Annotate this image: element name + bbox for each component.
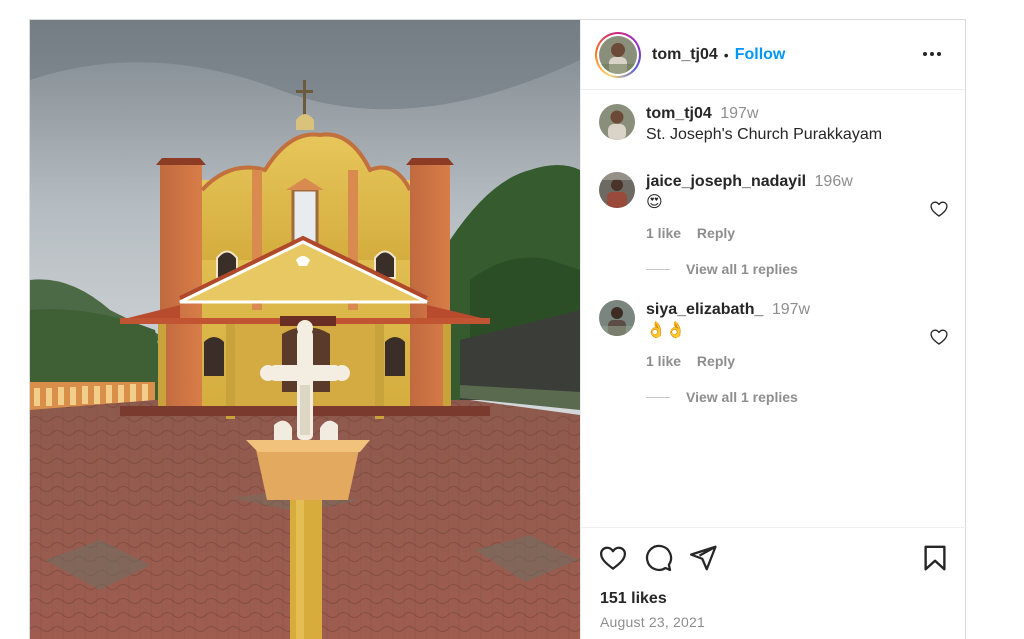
caption-timestamp[interactable]: 197w (720, 105, 758, 122)
view-replies-button[interactable]: View all 1 replies (646, 389, 949, 405)
post-card: tom_tj04 • Follow tom_tj04 197w St. Jose… (29, 19, 967, 639)
comment-like-count[interactable]: 1 like (646, 225, 681, 241)
separator-dot: • (723, 46, 729, 63)
comment-username[interactable]: jaice_joseph_nadayil (646, 173, 806, 190)
commenter-avatar[interactable] (599, 172, 635, 208)
comment-like-heart-icon[interactable] (929, 199, 949, 219)
comments-list[interactable]: tom_tj04 197w St. Joseph's Church Purakk… (581, 90, 967, 527)
caption: tom_tj04 197w St. Joseph's Church Purakk… (599, 104, 949, 145)
caption-username[interactable]: tom_tj04 (646, 105, 712, 122)
commenter-avatar[interactable] (599, 300, 635, 336)
heart-icon[interactable] (598, 543, 628, 573)
comment-timestamp[interactable]: 197w (772, 301, 810, 318)
paper-plane-icon[interactable] (688, 543, 718, 573)
comment-meta: 1 like Reply (646, 225, 949, 241)
comment-text: 👌👌 (646, 322, 686, 339)
comment-like-count[interactable]: 1 like (646, 353, 681, 369)
view-replies-label: View all 1 replies (686, 261, 798, 277)
reply-button[interactable]: Reply (697, 225, 735, 241)
post-header: tom_tj04 • Follow (581, 20, 965, 90)
comment-item: siya_elizabath_ 197w 👌👌 1 like Reply Vie… (599, 300, 949, 405)
action-bar (598, 543, 950, 573)
post-photo[interactable] (30, 20, 580, 639)
comment-timestamp[interactable]: 196w (815, 173, 853, 190)
view-replies-label: View all 1 replies (686, 389, 798, 405)
author-avatar[interactable] (599, 35, 637, 74)
more-options-icon[interactable] (921, 44, 943, 64)
post-actions-area: 151 likes August 23, 2021 (581, 527, 967, 639)
comment-item: jaice_joseph_nadayil 196w 😍 1 like Reply… (599, 172, 949, 277)
view-replies-button[interactable]: View all 1 replies (646, 261, 949, 277)
likes-count[interactable]: 151 likes (600, 590, 667, 608)
comment-meta: 1 like Reply (646, 353, 949, 369)
comment-like-heart-icon[interactable] (929, 327, 949, 347)
author-username[interactable]: tom_tj04 (652, 46, 718, 64)
church-photo (30, 20, 580, 639)
comment-bubble-icon[interactable] (643, 543, 673, 573)
replies-divider (646, 396, 670, 398)
bookmark-icon[interactable] (920, 543, 950, 573)
comment-username[interactable]: siya_elizabath_ (646, 301, 763, 318)
caption-avatar[interactable] (599, 104, 635, 140)
replies-divider (646, 268, 670, 270)
follow-button[interactable]: Follow (735, 46, 786, 64)
post-side-panel: tom_tj04 • Follow tom_tj04 197w St. Jose… (580, 20, 967, 639)
author-avatar-ring[interactable] (595, 31, 641, 78)
reply-button[interactable]: Reply (697, 353, 735, 369)
caption-text: St. Joseph's Church Purakkayam (646, 126, 883, 143)
post-date[interactable]: August 23, 2021 (600, 614, 705, 630)
comment-text: 😍 (646, 194, 663, 211)
